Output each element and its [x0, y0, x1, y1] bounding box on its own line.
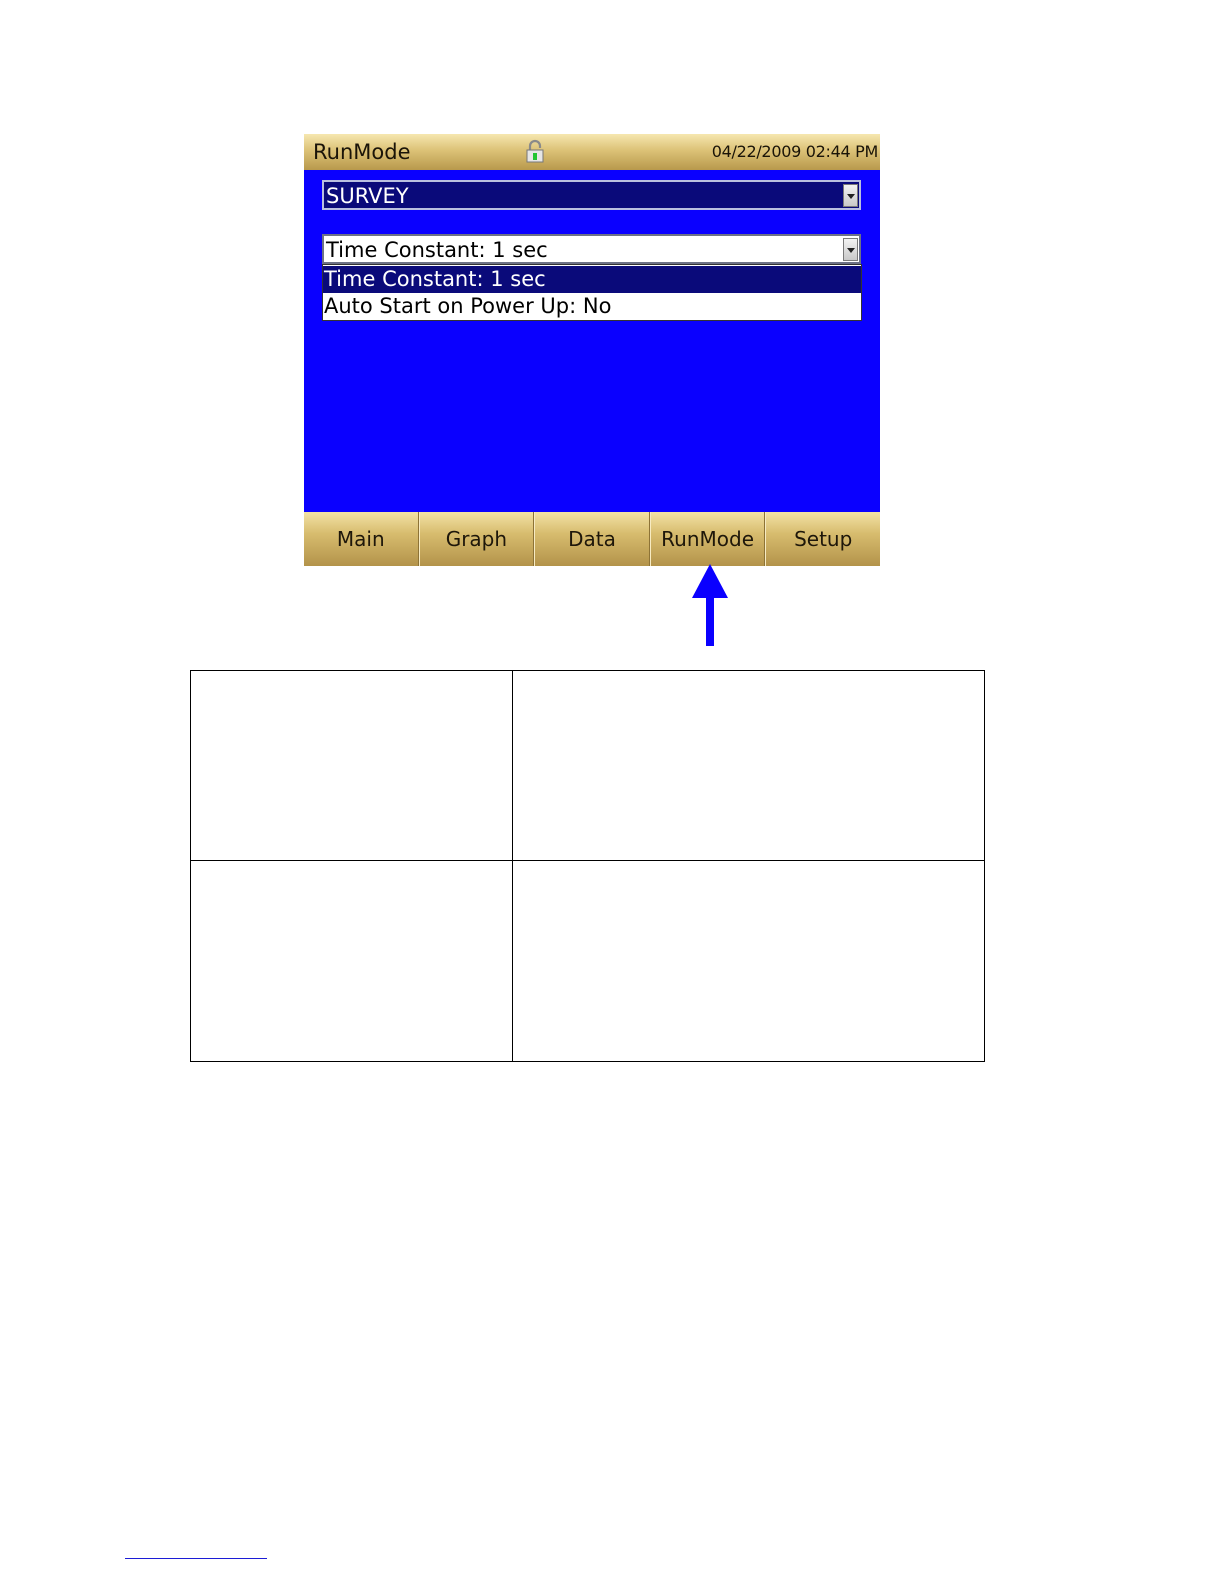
table-cell	[512, 860, 985, 1062]
chevron-down-icon[interactable]	[843, 238, 858, 261]
table-cell	[190, 670, 513, 861]
document-table	[190, 670, 985, 1062]
table-cell	[190, 860, 513, 1062]
setting-dropdown-value: Time Constant: 1 sec	[326, 238, 548, 262]
dropdown-option-auto-start[interactable]: Auto Start on Power Up: No	[323, 293, 861, 320]
table-row	[190, 670, 985, 861]
mode-dropdown-value: SURVEY	[326, 184, 409, 208]
tab-main[interactable]: Main	[304, 512, 419, 566]
mode-dropdown[interactable]: SURVEY	[322, 180, 861, 210]
tab-bar: Main Graph Data RunMode Setup	[304, 512, 880, 566]
setting-dropdown[interactable]: Time Constant: 1 sec	[322, 234, 861, 264]
footnote-separator	[125, 1558, 267, 1559]
table-cell	[512, 670, 985, 861]
device-screen: RunMode 04/22/2009 02:44 PM SURVEY Time …	[304, 134, 880, 566]
setting-dropdown-list: Time Constant: 1 sec Auto Start on Power…	[322, 264, 862, 321]
tab-data[interactable]: Data	[534, 512, 650, 566]
up-arrow-icon	[692, 564, 728, 646]
title-bar: RunMode 04/22/2009 02:44 PM	[304, 134, 880, 170]
tab-runmode[interactable]: RunMode	[649, 512, 766, 566]
table-row	[190, 860, 985, 1062]
lock-icon[interactable]	[524, 138, 546, 164]
tab-setup[interactable]: Setup	[765, 512, 880, 566]
window-title: RunMode	[313, 140, 411, 164]
dropdown-option-time-constant[interactable]: Time Constant: 1 sec	[323, 266, 861, 293]
tab-graph[interactable]: Graph	[418, 512, 535, 566]
chevron-down-icon[interactable]	[843, 184, 858, 207]
datetime-display: 04/22/2009 02:44 PM	[711, 142, 879, 161]
